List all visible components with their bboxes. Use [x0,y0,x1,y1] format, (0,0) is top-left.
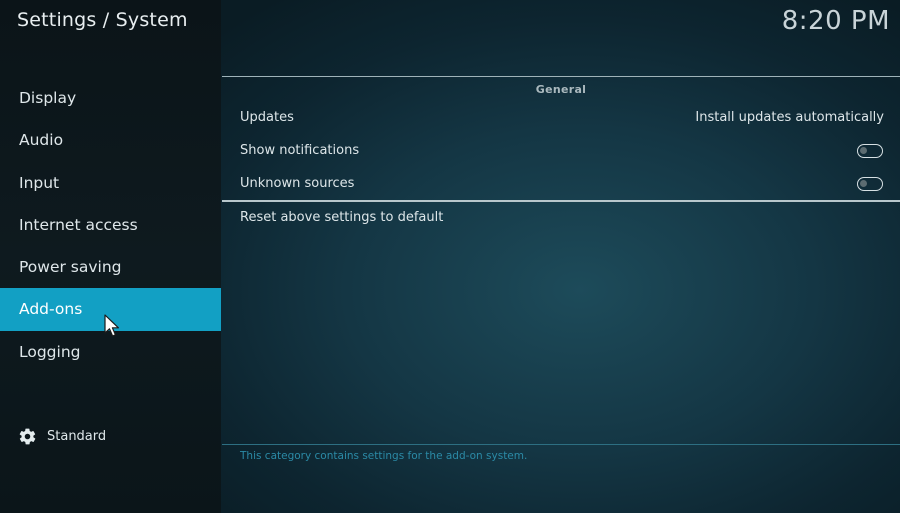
unknown-sources-toggle[interactable] [857,176,883,191]
category-description: This category contains settings for the … [240,450,528,462]
sidebar-item-internet-access[interactable]: Internet access [0,204,221,246]
group-title: General [535,83,587,96]
settings-level-label: Standard [47,428,107,444]
mouse-pointer-icon [104,314,119,337]
setting-label: Unknown sources [240,176,355,191]
setting-updates[interactable]: Updates Install updates automatically [222,101,900,134]
reset-settings-button[interactable]: Reset above settings to default [240,210,443,225]
sidebar-item-input[interactable]: Input [0,162,221,204]
gear-icon [19,428,36,444]
divider [222,76,900,77]
show-notifications-toggle[interactable] [857,143,883,158]
setting-value: Install updates automatically [695,110,884,125]
sidebar-item-display[interactable]: Display [0,77,221,119]
sidebar-item-power-saving[interactable]: Power saving [0,246,221,288]
sidebar: Settings / System Display Audio Input In… [0,0,221,513]
settings-screen: Settings / System Display Audio Input In… [0,0,900,513]
clock: 8:20 PM [781,6,890,36]
setting-show-notifications[interactable]: Show notifications [222,134,900,167]
settings-level-button[interactable]: Standard [18,426,106,446]
setting-label: Show notifications [240,143,360,158]
sidebar-item-audio[interactable]: Audio [0,119,221,161]
divider [222,200,900,202]
page-title: Settings / System [17,9,188,31]
setting-label: Updates [240,110,294,125]
divider [222,444,900,445]
toggle-knob [860,146,867,154]
toggle-knob [860,179,867,187]
setting-unknown-sources[interactable]: Unknown sources [222,167,900,200]
